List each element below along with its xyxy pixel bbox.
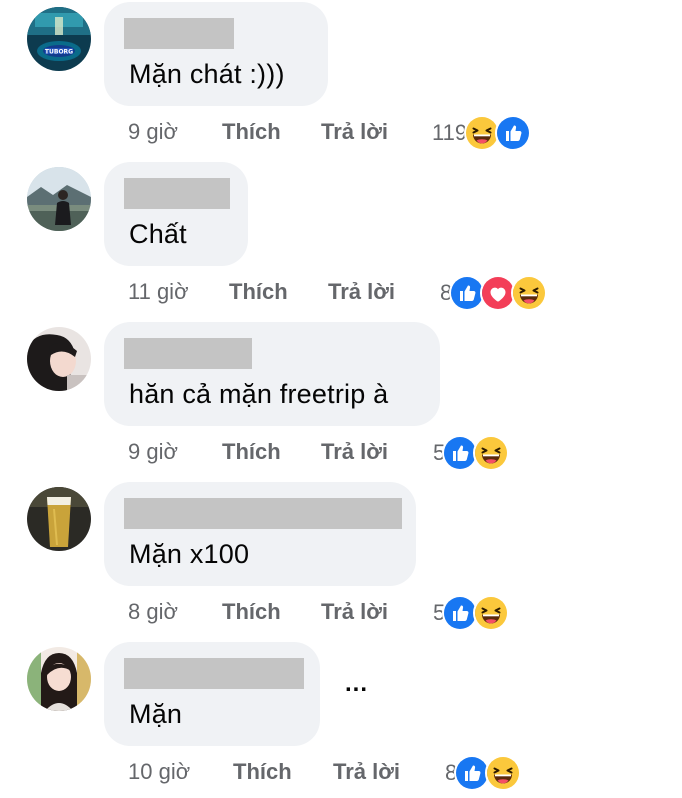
- comment-item: TUBORG Mặn chát :))) 9 giờ Thích Trả lời…: [0, 0, 682, 160]
- comment-item: Chất 11 giờ Thích Trả lời 8: [0, 160, 682, 320]
- reaction-summary[interactable]: 5: [433, 594, 510, 632]
- redacted-author-name: [124, 498, 402, 529]
- svg-text:TUBORG: TUBORG: [45, 49, 73, 56]
- comment-text: hăn cả mặn freetrip à: [129, 379, 389, 409]
- redacted-author-name: [124, 338, 252, 369]
- comment-time[interactable]: 11 giờ: [128, 277, 189, 309]
- comment-time[interactable]: 9 giờ: [128, 437, 178, 469]
- comment-bubble: Mặn x100: [104, 482, 416, 586]
- comment-time[interactable]: 9 giờ: [128, 117, 178, 149]
- comment-text: Mặn: [129, 699, 183, 729]
- comment-time[interactable]: 8 giờ: [128, 597, 178, 629]
- comment-text: Mặn chát :))): [129, 59, 285, 89]
- comment-time[interactable]: 10 giờ: [128, 757, 190, 789]
- avatar-beer-glass[interactable]: [27, 487, 91, 551]
- redacted-author-name: [124, 658, 304, 689]
- avatar-girl[interactable]: [27, 647, 91, 711]
- reply-button[interactable]: Trả lời: [321, 597, 388, 629]
- like-button[interactable]: Thích: [229, 277, 288, 309]
- reaction-summary[interactable]: 5: [433, 434, 510, 472]
- like-button[interactable]: Thích: [222, 597, 281, 629]
- avatar-tuborg[interactable]: TUBORG: [27, 7, 91, 71]
- reaction-summary[interactable]: 8: [440, 274, 548, 312]
- haha-icon: [485, 755, 522, 791]
- reply-button[interactable]: Trả lời: [333, 757, 400, 789]
- comment-bubble: hăn cả mặn freetrip à: [104, 322, 440, 426]
- like-button[interactable]: Thích: [222, 117, 281, 149]
- avatar-landscape-person[interactable]: [27, 167, 91, 231]
- like-icon: [495, 115, 532, 151]
- reply-button[interactable]: Trả lời: [321, 117, 388, 149]
- reaction-summary[interactable]: 8: [445, 754, 522, 792]
- comment-text: Mặn x100: [129, 539, 250, 569]
- like-button[interactable]: Thích: [222, 437, 281, 469]
- reaction-count: 119: [432, 120, 468, 145]
- redacted-author-name: [124, 178, 230, 209]
- more-options-button[interactable]: ...: [345, 670, 368, 698]
- comment-item: Mặn ... 10 giờ Thích Trả lời 8: [0, 640, 682, 798]
- haha-icon: [473, 595, 510, 631]
- like-button[interactable]: Thích: [233, 757, 292, 789]
- comment-bubble: Chất: [104, 162, 248, 266]
- reply-button[interactable]: Trả lời: [321, 437, 388, 469]
- reply-button[interactable]: Trả lời: [328, 277, 395, 309]
- redacted-author-name: [124, 18, 234, 49]
- reaction-summary[interactable]: 119: [432, 114, 532, 152]
- haha-icon: [511, 275, 548, 311]
- comment-bubble: Mặn chát :))): [104, 2, 328, 106]
- haha-icon: [473, 435, 510, 471]
- comment-text: Chất: [129, 219, 187, 249]
- avatar-woman[interactable]: [27, 327, 91, 391]
- comment-item: Mặn x100 8 giờ Thích Trả lời 5: [0, 480, 682, 640]
- comment-item: hăn cả mặn freetrip à 9 giờ Thích Trả lờ…: [0, 320, 682, 480]
- comment-bubble: Mặn: [104, 642, 320, 746]
